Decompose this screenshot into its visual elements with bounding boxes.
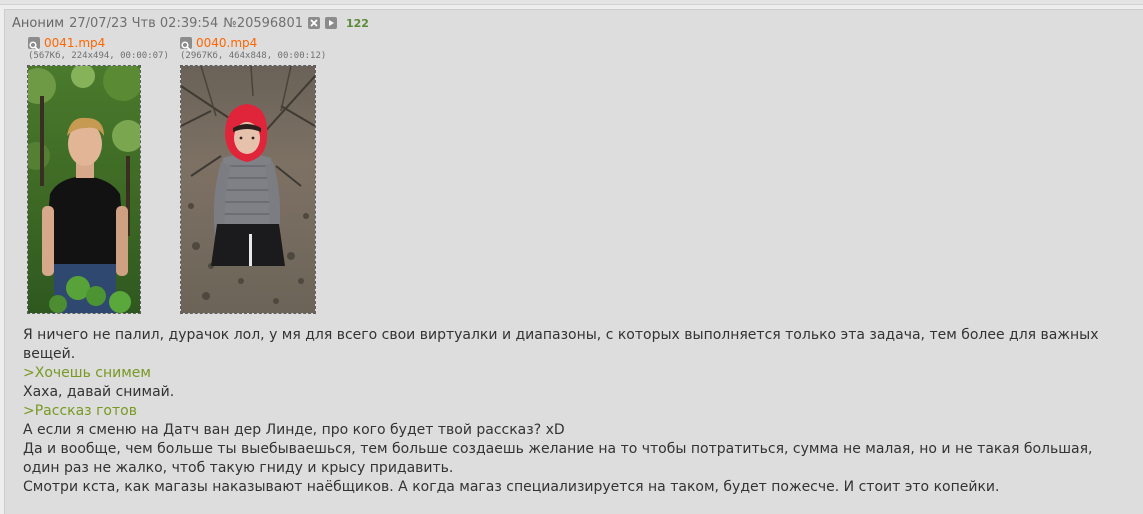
hide-icon[interactable] [308, 17, 320, 29]
file-2: 0040.mp4 (2967Кб, 464x848, 00:00:12) [180, 36, 326, 61]
post-number[interactable]: №20596801 [223, 16, 303, 31]
file-link[interactable]: 0041.mp4 [44, 36, 105, 50]
message-text: Смотри кста, как магазы наказывают наёбщ… [23, 479, 1000, 495]
message-text: А если я сменю на Датч ван дер Линде, пр… [23, 422, 565, 438]
play-icon[interactable] [325, 17, 337, 29]
quote-text: >Рассказ готов [23, 403, 137, 419]
message-text: Хаха, давай снимай. [23, 384, 175, 400]
top-divider [0, 0, 1143, 5]
post-message: Я ничего не палил, дурачок лол, у мя для… [23, 326, 1123, 497]
search-icon[interactable] [28, 37, 40, 51]
file-1: 0041.mp4 (567Кб, 224x494, 00:00:07) [28, 36, 169, 61]
file-meta: (567Кб, 224x494, 00:00:07) [28, 51, 169, 61]
file-link[interactable]: 0040.mp4 [196, 36, 257, 50]
post-author[interactable]: Аноним [12, 16, 64, 31]
file-meta: (2967Кб, 464x848, 00:00:12) [180, 51, 327, 61]
quote-text: >Хочешь снимем [23, 365, 151, 381]
post-date: 27/07/23 Чтв 02:39:54 [69, 15, 219, 31]
reply-counter[interactable]: 122 [346, 17, 369, 30]
video-thumbnail[interactable] [27, 65, 141, 314]
post-details: Аноним 27/07/23 Чтв 02:39:54 №20596801 1… [12, 15, 374, 31]
message-text: Я ничего не палил, дурачок лол, у мя для… [23, 327, 1099, 362]
message-text: Да и вообще, чем больше ты выебываешься,… [23, 441, 1093, 476]
video-thumbnail[interactable] [180, 65, 316, 314]
search-icon[interactable] [180, 37, 192, 51]
